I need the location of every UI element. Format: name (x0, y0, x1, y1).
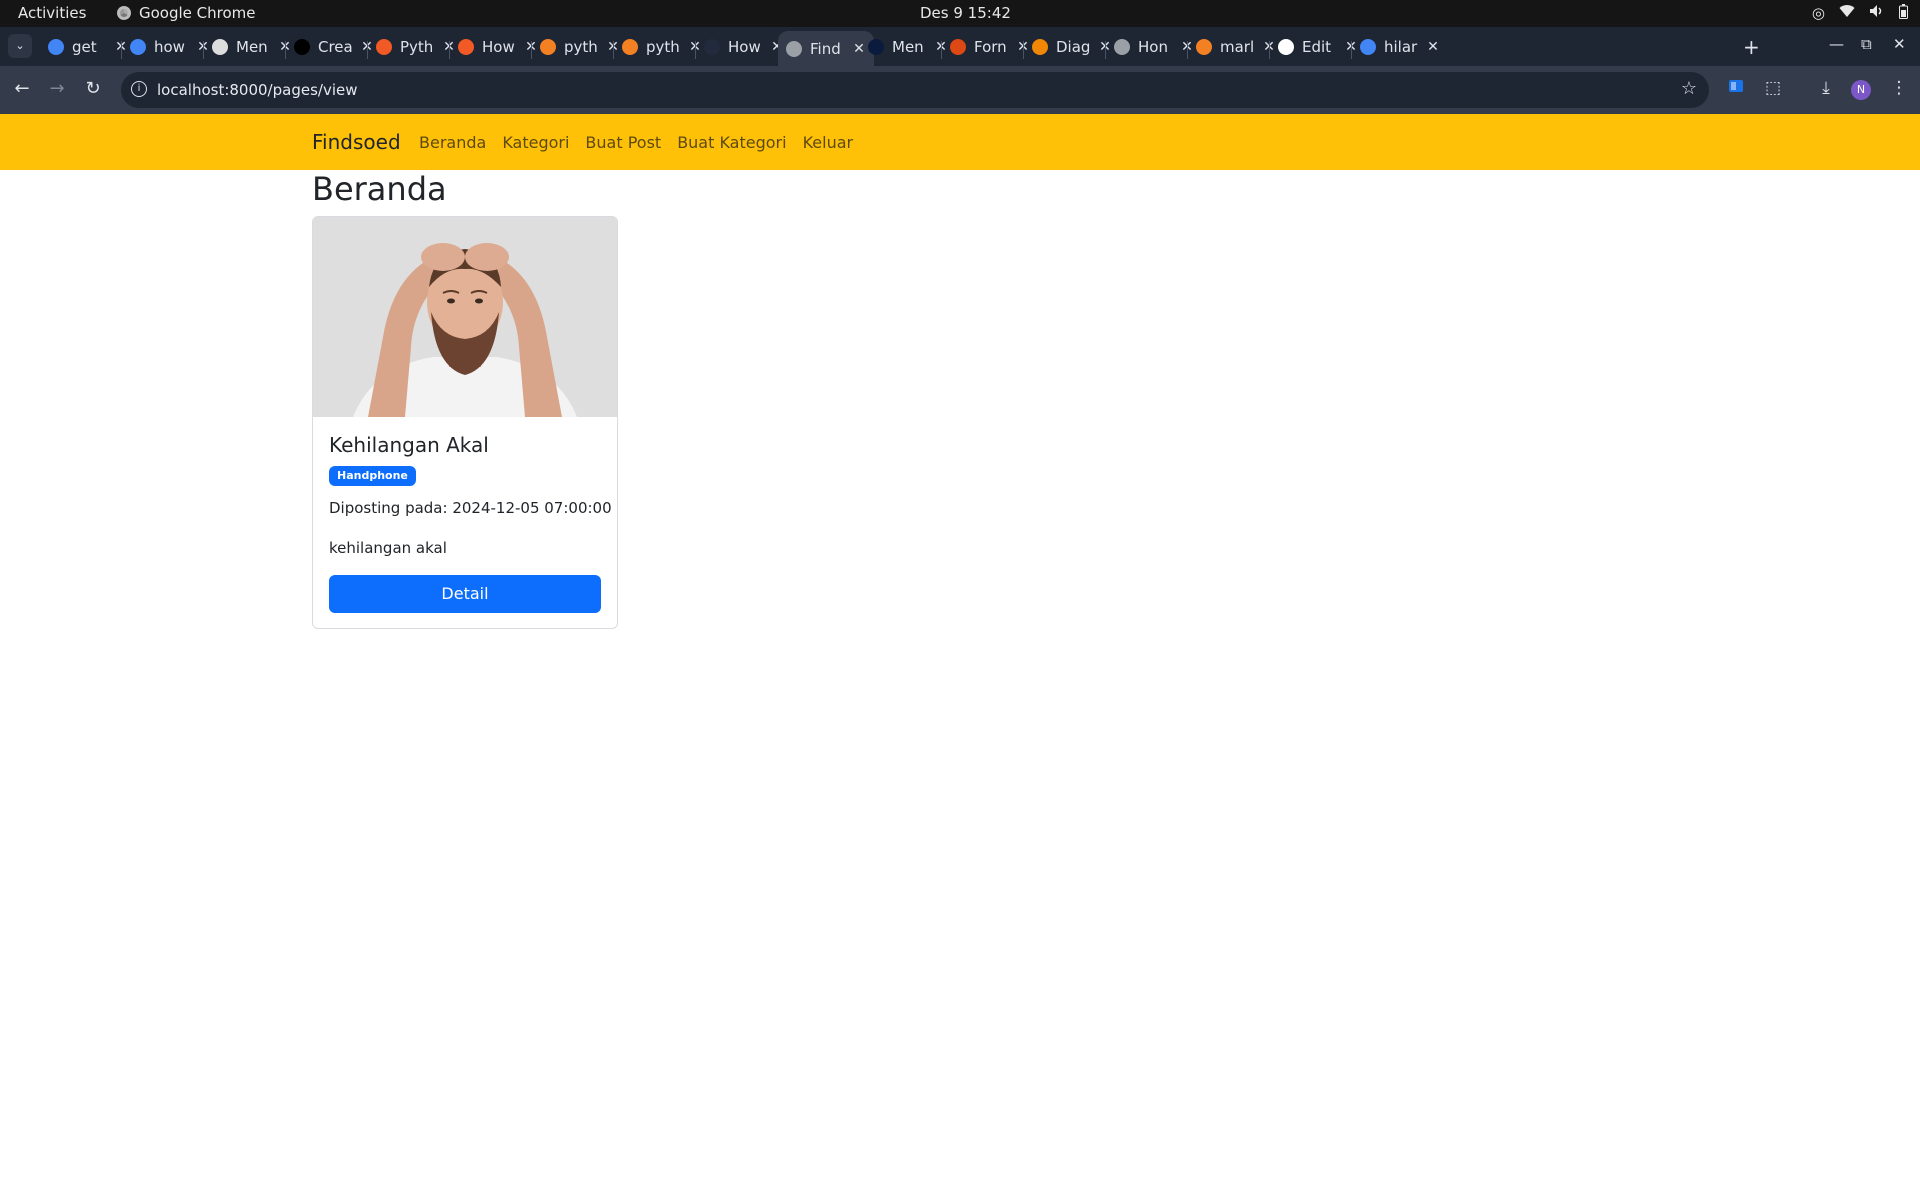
post-card: Kehilangan Akal Handphone Diposting pada… (312, 216, 618, 629)
tab-title: Crea (318, 37, 353, 56)
tab-title: Diag (1056, 37, 1091, 56)
post-date: Diposting pada: 2024-12-05 07:00:00 (329, 499, 612, 517)
maximize-icon[interactable]: ⧉ (1861, 35, 1872, 53)
back-icon[interactable]: ← (10, 78, 34, 99)
tab-title: How (728, 37, 761, 56)
tab-title: Hon (1138, 37, 1168, 56)
address-bar[interactable]: i localhost:8000/pages/view ☆ (121, 72, 1709, 108)
system-tray[interactable]: ◎ (1812, 3, 1908, 23)
tab-strip: ⌄ get✕how✕Men✕Crea✕Pyth✕How✕pyth✕pyth✕Ho… (0, 27, 1920, 66)
category-badge: Handphone (329, 466, 416, 486)
clock[interactable]: Des 9 15:42 (920, 4, 1011, 22)
site-info-icon[interactable]: i (131, 81, 147, 97)
wifi-icon[interactable] (1839, 4, 1855, 22)
github-icon (1278, 38, 1294, 55)
download-icon[interactable]: ⤓ (1814, 78, 1838, 98)
globe-icon (786, 40, 802, 57)
site-nav: Beranda Kategori Buat Post Buat Kategori… (419, 133, 853, 152)
activities-button[interactable]: Activities (18, 4, 86, 22)
system-top-bar: Activities Google Chrome Des 9 15:42 ◎ (0, 0, 1920, 27)
stackoverflow-icon (1196, 38, 1212, 55)
volume-icon[interactable] (1869, 4, 1885, 22)
google-icon (48, 38, 64, 55)
url-text[interactable]: localhost:8000/pages/view (157, 81, 358, 99)
vercel-icon (294, 38, 310, 55)
close-tab-icon[interactable]: ✕ (1426, 39, 1440, 55)
site-navbar: Findsoed Beranda Kategori Buat Post Buat… (0, 114, 1920, 170)
tab-16[interactable]: hilar ✕ (1352, 31, 1448, 62)
battery-icon[interactable] (1899, 3, 1908, 23)
minimize-icon[interactable]: — (1829, 35, 1844, 53)
meta-icon (868, 38, 884, 55)
detail-button[interactable]: Detail (329, 575, 601, 613)
nav-buat-kategori[interactable]: Buat Kategori (677, 133, 786, 152)
post-description: kehilangan akal (329, 539, 447, 557)
accessibility-icon[interactable]: ◎ (1812, 4, 1825, 22)
post-image (313, 217, 617, 417)
tab-title: Edit (1302, 37, 1332, 56)
new-tab-button[interactable]: + (1743, 35, 1760, 59)
tab-title: Forn (974, 37, 1007, 56)
tab-title: Pyth (400, 37, 434, 56)
tab-title: How (482, 37, 515, 56)
stackoverflow-icon (540, 38, 556, 55)
tab-title: Find (810, 39, 841, 58)
nav-beranda[interactable]: Beranda (419, 133, 486, 152)
post-title: Kehilangan Akal (329, 433, 489, 457)
browser-toolbar: ← → ↻ i localhost:8000/pages/view ☆ ⬚ ⤓ … (0, 66, 1920, 114)
drawio-icon (1032, 38, 1048, 55)
nav-kategori[interactable]: Kategori (502, 133, 569, 152)
forward-icon[interactable]: → (45, 78, 69, 99)
tab-title: pyth (646, 37, 680, 56)
page-viewport: Findsoed Beranda Kategori Buat Post Buat… (0, 114, 1920, 1200)
globe-icon (1114, 38, 1130, 55)
stackoverflow-icon (622, 38, 638, 55)
page-title: Beranda (312, 170, 447, 208)
bookmark-star-icon[interactable]: ☆ (1681, 78, 1697, 99)
tab-title: get (72, 37, 97, 56)
stack-icon (458, 38, 474, 55)
astro-icon (704, 38, 720, 55)
chrome-icon (117, 6, 131, 20)
chrome-menu-icon[interactable]: ⋮ (1887, 78, 1911, 98)
nav-keluar[interactable]: Keluar (803, 133, 854, 152)
google-icon (1360, 38, 1376, 55)
tab-search-button[interactable]: ⌄ (8, 34, 32, 58)
google-icon (130, 38, 146, 55)
extension-sidebar-icon[interactable] (1724, 78, 1748, 99)
tab-title: Men (892, 37, 924, 56)
app-name: Google Chrome (139, 4, 256, 22)
tab-title: marl (1220, 37, 1255, 56)
tab-title: pyth (564, 37, 598, 56)
close-window-icon[interactable]: ✕ (1893, 35, 1906, 53)
site-brand[interactable]: Findsoed (312, 130, 401, 154)
app-menu[interactable]: Google Chrome (117, 4, 256, 22)
extensions-puzzle-icon[interactable]: ⬚ (1761, 78, 1785, 98)
nav-buat-post[interactable]: Buat Post (585, 133, 661, 152)
reload-icon[interactable]: ↻ (81, 78, 105, 99)
openai-icon (212, 38, 228, 55)
stack-icon (376, 38, 392, 55)
tab-title: hilar (1384, 37, 1418, 56)
tab-title: how (154, 37, 185, 56)
tab-title: Men (236, 37, 268, 56)
codeigniter-icon (950, 38, 966, 55)
profile-avatar[interactable]: N (1851, 80, 1871, 100)
